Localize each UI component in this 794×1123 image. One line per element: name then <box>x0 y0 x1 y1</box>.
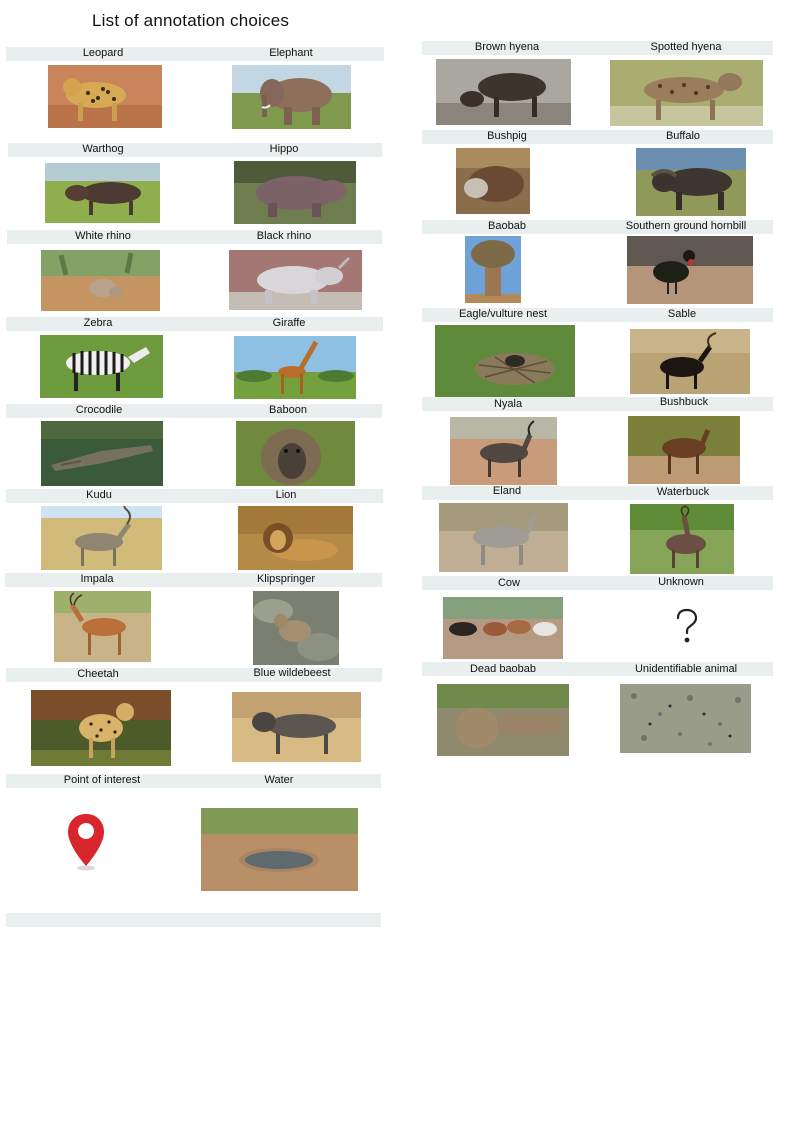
aerial-texture-photo <box>620 684 751 753</box>
label-eland: Eland <box>492 485 522 497</box>
label-water: Water <box>264 774 294 786</box>
label-band <box>6 913 381 927</box>
label-baobab: Baobab <box>488 220 526 232</box>
waterbuck-photo <box>630 504 734 574</box>
warthog-photo <box>45 163 160 223</box>
baobab-photo <box>465 236 521 303</box>
label-black-rhino: Black rhino <box>256 230 312 242</box>
label-nyala: Nyala <box>493 398 523 410</box>
label-white-rhino: White rhino <box>75 230 131 242</box>
label-hippo: Hippo <box>269 143 299 155</box>
sable-photo <box>630 329 750 394</box>
hippo-photo <box>234 161 356 224</box>
label-bushbuck: Bushbuck <box>659 396 709 408</box>
buffalo-photo <box>636 148 746 216</box>
bushpig-photo <box>456 148 530 214</box>
label-klipspringer: Klipspringer <box>256 573 316 585</box>
leopard-photo <box>48 65 162 128</box>
label-blue-wildebeest: Blue wildebeest <box>253 667 331 679</box>
impala-photo <box>54 591 151 662</box>
nest-photo <box>435 325 575 397</box>
label-impala: Impala <box>80 573 114 585</box>
label-southern-ground-hornbill: Southern ground hornbill <box>625 220 747 232</box>
hornbill-photo <box>627 236 753 304</box>
label-sable: Sable <box>667 308 697 320</box>
label-warthog: Warthog <box>82 143 124 155</box>
kudu-photo <box>41 506 162 570</box>
label-baboon: Baboon <box>269 404 307 416</box>
label-eagle-vulture-nest: Eagle/vulture nest <box>458 308 548 320</box>
label-brown-hyena: Brown hyena <box>474 41 540 53</box>
lion-photo <box>238 506 353 570</box>
label-elephant: Elephant <box>269 47 313 59</box>
label-cheetah: Cheetah <box>77 668 119 680</box>
label-crocodile: Crocodile <box>75 404 123 416</box>
black-rhino-photo <box>229 250 362 310</box>
label-zebra: Zebra <box>83 317 113 329</box>
nyala-photo <box>450 417 557 485</box>
elephant-photo <box>232 65 351 129</box>
label-giraffe: Giraffe <box>272 317 306 329</box>
question-mark-icon <box>672 608 702 646</box>
dead-baobab-photo <box>437 684 569 756</box>
label-leopard: Leopard <box>82 47 124 59</box>
eland-photo <box>439 503 568 572</box>
label-unidentifiable-animal: Unidentifiable animal <box>634 663 738 675</box>
label-lion: Lion <box>275 489 297 501</box>
label-bushpig: Bushpig <box>487 130 527 142</box>
klipspringer-photo <box>253 591 339 665</box>
bushbuck-photo <box>628 416 740 484</box>
crocodile-photo <box>41 421 163 486</box>
label-spotted-hyena: Spotted hyena <box>650 41 722 53</box>
spotted-hyena-photo <box>610 60 763 126</box>
waterhole-photo <box>201 808 358 891</box>
blue-wildebeest-photo <box>232 692 361 762</box>
zebra-photo <box>40 335 163 398</box>
label-buffalo: Buffalo <box>665 130 701 142</box>
label-point-of-interest: Point of interest <box>63 774 141 786</box>
label-cow: Cow <box>497 577 520 589</box>
label-waterbuck: Waterbuck <box>656 486 710 498</box>
label-kudu: Kudu <box>86 489 112 501</box>
giraffe-photo <box>234 336 356 399</box>
label-dead-baobab: Dead baobab <box>469 663 537 675</box>
brown-hyena-photo <box>436 59 571 125</box>
map-pin-icon <box>66 812 106 872</box>
label-unknown: Unknown <box>658 576 704 588</box>
page-title: List of annotation choices <box>92 11 290 30</box>
white-rhino-photo <box>41 250 160 311</box>
cheetah-photo <box>31 690 171 766</box>
baboon-photo <box>236 421 355 486</box>
cow-photo <box>443 597 563 659</box>
